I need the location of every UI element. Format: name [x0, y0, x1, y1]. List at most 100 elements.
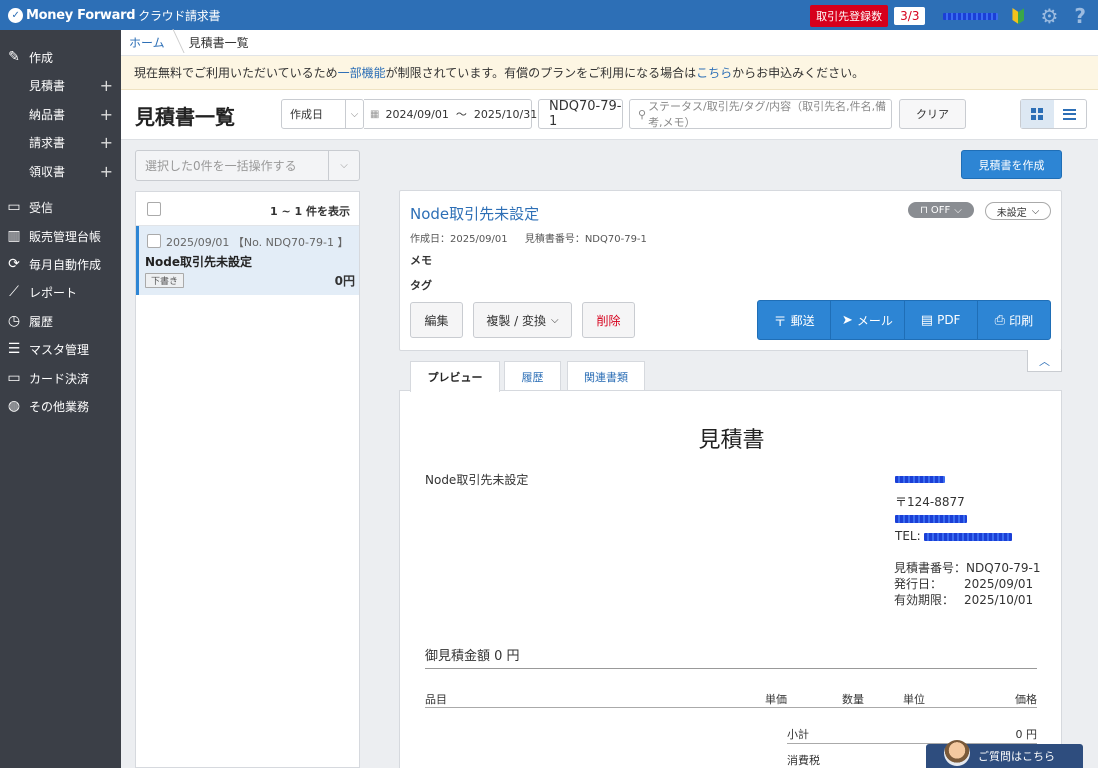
- chevron-down-icon: ⌵: [551, 314, 559, 326]
- tax-label: 消費税: [787, 754, 820, 767]
- sidebar-item-history[interactable]: ◷ 履歴: [0, 308, 121, 334]
- notice-text: からお申込みください。: [732, 66, 865, 80]
- sidebar-item-label: 毎月自動作成: [29, 257, 102, 272]
- plus-icon[interactable]: +: [100, 133, 113, 152]
- copy-convert-button[interactable]: 複製 / 変換 ⌵: [473, 302, 572, 338]
- page-title: 見積書一覧: [135, 105, 235, 129]
- plus-icon[interactable]: +: [100, 162, 113, 181]
- sidebar-item-invoice[interactable]: 請求書 +: [0, 129, 121, 155]
- sidebar-item-label: 販売管理台帳: [29, 229, 102, 244]
- sidebar-item-label: 納品書: [29, 107, 66, 122]
- sidebar-item-report[interactable]: ⟋ レポート: [0, 279, 121, 305]
- mail-post-button[interactable]: 〒郵送: [758, 301, 832, 339]
- grid-view-button[interactable]: [1021, 100, 1054, 128]
- expiry-date-value: 2025/10/01: [964, 593, 1034, 607]
- money-forward-logo-icon: ✓: [8, 7, 23, 23]
- chart-icon: ⟋: [9, 284, 19, 300]
- sidebar-item-master[interactable]: ☰ マスタ管理: [0, 336, 121, 362]
- sidebar-item-delivery[interactable]: 納品書 +: [0, 101, 121, 127]
- help-icon[interactable]: ?: [1074, 4, 1086, 28]
- gear-icon[interactable]: ⚙: [1040, 4, 1058, 28]
- date-to: 2025/10/31: [473, 107, 538, 121]
- issue-date-value: 2025/09/01: [964, 577, 1034, 591]
- pdf-button[interactable]: ▤ PDF: [905, 301, 978, 339]
- chevron-up-icon: ︿: [1039, 354, 1050, 368]
- date-field-select[interactable]: 作成日 ⌵: [281, 99, 364, 129]
- plus-icon[interactable]: +: [100, 105, 113, 124]
- sidebar-item-other[interactable]: ◍ その他業務: [0, 393, 121, 419]
- sidebar-item-ledger[interactable]: ▥ 販売管理台帳: [0, 223, 121, 249]
- search-icon: ⚲: [638, 107, 647, 121]
- notice-link-here[interactable]: こちら: [696, 64, 732, 81]
- chevron-down-icon: ⌵: [345, 100, 363, 128]
- tab-preview[interactable]: プレビュー: [410, 361, 500, 392]
- preview-subtotal-row: 小計 0 円: [787, 726, 1037, 744]
- document-number-input[interactable]: NDQ70-79-1: [538, 99, 623, 129]
- sidebar-item-label: 見積書: [29, 78, 66, 93]
- chat-support-button[interactable]: ご質問はこちら: [926, 740, 1083, 768]
- send-icon: ➤: [841, 312, 853, 328]
- status-badge: 下書き: [145, 273, 185, 288]
- user-name[interactable]: [943, 12, 999, 20]
- col-unit: 単位: [903, 693, 925, 706]
- subtotal-label: 小計: [787, 728, 809, 741]
- sidebar-item-auto-create[interactable]: ⟳ 毎月自動作成: [0, 251, 121, 277]
- row-checkbox[interactable]: [147, 234, 161, 248]
- notice-text: 現在無料でご利用いただいているため: [134, 66, 338, 80]
- preview-sender: 〒124-8877 TEL:: [895, 471, 1013, 545]
- print-button[interactable]: ⎙ 印刷: [978, 301, 1050, 339]
- sidebar-item-create[interactable]: ✎ 作成: [0, 44, 121, 70]
- history-icon: ◷: [7, 313, 21, 329]
- email-button[interactable]: ➤ メール: [831, 301, 905, 339]
- lock-toggle[interactable]: ⊓ OFF ⌵: [908, 202, 974, 218]
- quote-list: 1 ~ 1 件を表示 2025/09/01 【No. NDQ70-79-1 】 …: [135, 191, 360, 768]
- logo[interactable]: ✓ Money Forward クラウド請求書: [0, 7, 220, 24]
- sidebar-item-label: レポート: [29, 285, 78, 300]
- list-item-amount: 0円: [334, 274, 355, 288]
- tab-history[interactable]: 履歴: [504, 361, 561, 391]
- list-view-button[interactable]: [1054, 100, 1087, 128]
- send-button-group: 〒郵送 ➤ メール ▤ PDF ⎙ 印刷: [757, 300, 1051, 340]
- date-range-input[interactable]: ▦ 2024/09/01 〜 2025/10/31: [364, 99, 537, 129]
- registration-count: 3/3: [894, 7, 926, 25]
- date-separator: 〜: [455, 108, 467, 121]
- search-input[interactable]: ⚲ ステータス/取引先/タグ/内容（取引先名,件名,備考,メモ）: [629, 99, 892, 129]
- detail-title[interactable]: Node取引先未設定: [410, 203, 539, 224]
- view-toggle: [1020, 99, 1087, 129]
- preview-title: 見積書: [698, 428, 765, 453]
- status-select[interactable]: 未設定 ⌵: [985, 202, 1051, 220]
- sidebar-item-label: 受信: [29, 200, 54, 215]
- collapse-button[interactable]: ︿: [1027, 350, 1062, 372]
- notice-text: が制限されています。有償のプランをご利用になる場合は: [385, 66, 697, 80]
- beginner-mark-icon[interactable]: [1012, 8, 1025, 24]
- list-item[interactable]: 2025/09/01 【No. NDQ70-79-1 】 Node取引先未設定 …: [136, 226, 359, 295]
- registration-badge: 取引先登録数: [810, 5, 889, 27]
- sidebar: ✎ 作成 見積書 + 納品書 + 請求書 + 領収書 + ▭ 受信 ▥ 販売管理…: [0, 30, 121, 768]
- delete-button[interactable]: 削除: [582, 302, 635, 338]
- edit-button[interactable]: 編集: [410, 302, 463, 338]
- sidebar-item-quote[interactable]: 見積書 +: [0, 72, 121, 98]
- clear-button[interactable]: クリア: [899, 99, 966, 129]
- preview-total: 御見積金額 0 円: [425, 645, 1037, 669]
- doc-number-label: 見積書番号：: [894, 561, 967, 575]
- breadcrumb-home[interactable]: ホーム: [121, 34, 181, 51]
- logo-text: Money Forward: [26, 7, 136, 23]
- sidebar-item-inbox[interactable]: ▭ 受信: [0, 194, 121, 220]
- select-all-checkbox[interactable]: [147, 202, 161, 216]
- list-icon: ☰: [7, 341, 21, 357]
- tab-related-docs[interactable]: 関連書類: [567, 361, 645, 391]
- notice-link-features[interactable]: 一部機能: [338, 64, 386, 81]
- bulk-action-select[interactable]: 選択した0件を一括操作する ⌵: [135, 150, 360, 181]
- sender-name: [895, 476, 945, 483]
- sidebar-item-card[interactable]: ▭ カード決済: [0, 365, 121, 391]
- post-icon: 〒: [773, 314, 787, 330]
- plus-icon[interactable]: +: [100, 76, 113, 95]
- create-quote-button[interactable]: 見積書を作成: [961, 150, 1062, 179]
- calendar-icon: ▦: [370, 108, 380, 120]
- preview-info: 見積書番号：NDQ70-79-1 発行日： 2025/09/01 有効期限： 202…: [894, 560, 1041, 608]
- breadcrumb: ホーム 見積書一覧: [121, 30, 1098, 56]
- refresh-icon: ⟳: [8, 256, 20, 272]
- sidebar-item-receipt[interactable]: 領収書 +: [0, 158, 121, 184]
- detail-doc-number: 見積書番号：NDQ70-79-1: [524, 234, 647, 245]
- list-icon: [1063, 108, 1077, 120]
